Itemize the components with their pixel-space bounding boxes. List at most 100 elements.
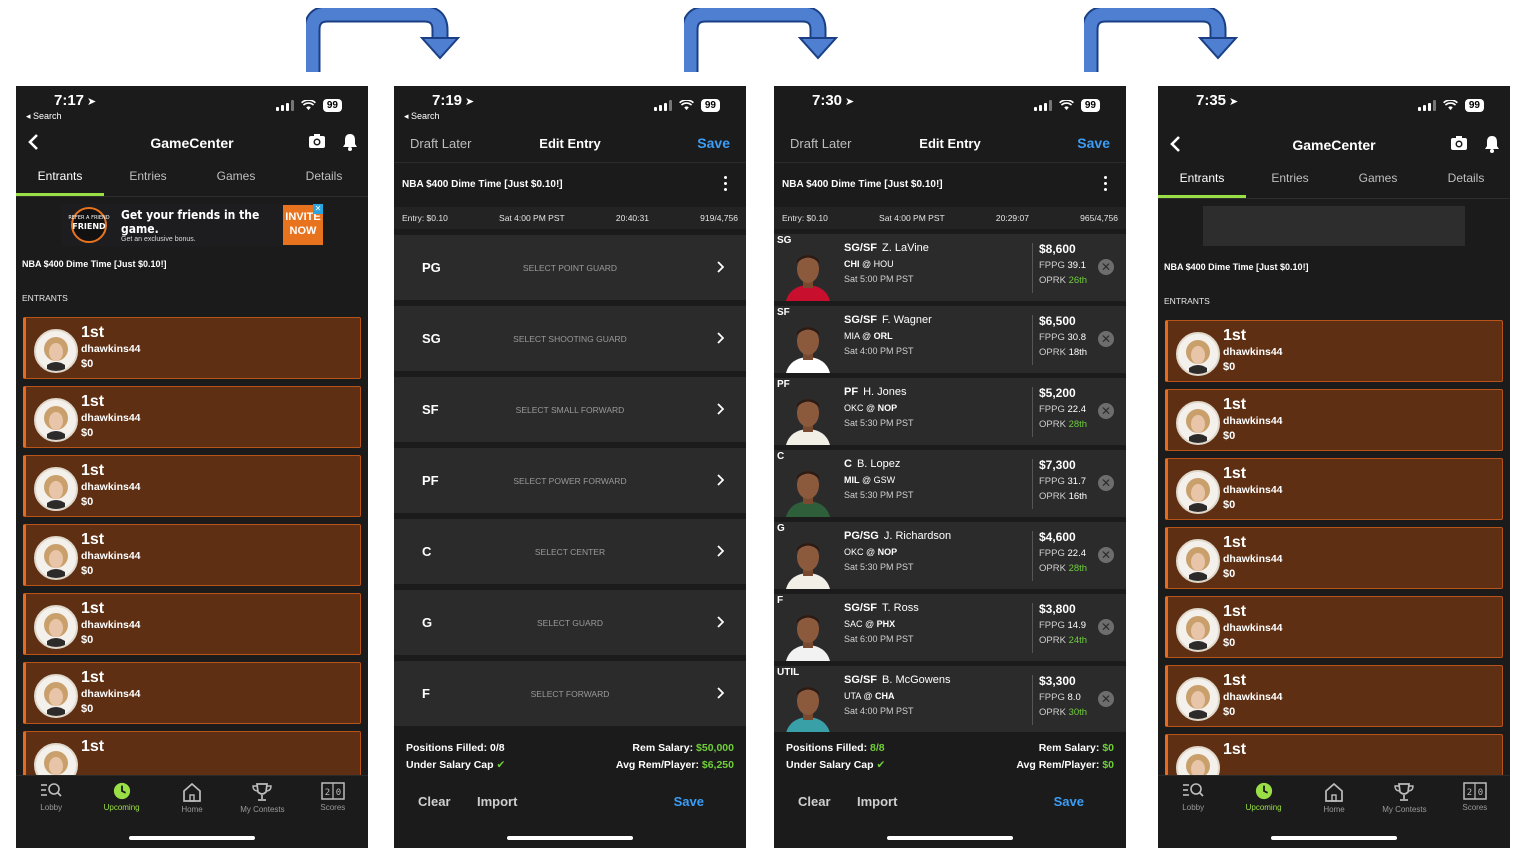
- avatar: [1176, 401, 1220, 445]
- camera-icon[interactable]: [1450, 135, 1468, 151]
- status-bar: 7:17 ➤ ◂ Search 99: [16, 86, 368, 128]
- entrant-card[interactable]: 1st dhawkins44 $0: [23, 593, 361, 655]
- player-oprk: OPRK 28th: [1039, 563, 1088, 574]
- nav-upcoming[interactable]: Upcoming: [1228, 782, 1298, 830]
- position-slot-sf[interactable]: SF SELECT SMALL FORWARD: [394, 377, 746, 442]
- position-slot-pf[interactable]: PF SELECT POWER FORWARD: [394, 448, 746, 513]
- slot-label: SG: [777, 235, 792, 246]
- entrant-rank: 1st: [81, 669, 105, 686]
- more-options-icon[interactable]: [724, 176, 728, 194]
- entrant-card[interactable]: 1st dhawkins44 $0: [1165, 320, 1503, 382]
- back-to-search-link[interactable]: ◂ Search: [404, 111, 440, 122]
- lobby-icon: [16, 782, 86, 800]
- import-button[interactable]: Import: [857, 794, 897, 809]
- nav-label: My Contests: [240, 805, 285, 814]
- chevron-right-icon: [717, 403, 724, 415]
- nav-label: Lobby: [1182, 803, 1205, 812]
- position-slot-c[interactable]: C SELECT CENTER: [394, 519, 746, 584]
- camera-icon[interactable]: [308, 133, 326, 149]
- save-button[interactable]: Save: [697, 135, 730, 151]
- player-headshot: [782, 248, 834, 301]
- position-slot-sg[interactable]: SG SELECT SHOOTING GUARD: [394, 306, 746, 371]
- entry-count: 965/4,756: [1080, 213, 1118, 223]
- nav-upcoming[interactable]: Upcoming: [86, 782, 156, 830]
- entrant-card[interactable]: 1st dhawkins44 $0: [1165, 596, 1503, 658]
- player-slot-util[interactable]: UTIL SG/SF B. McGowens UTA @ CHA Sat 4:00 PM…: [774, 666, 1126, 733]
- remove-player-icon[interactable]: ✕: [1098, 403, 1114, 419]
- more-options-icon[interactable]: [1104, 176, 1108, 194]
- nav-home[interactable]: Home: [157, 782, 227, 830]
- bell-icon[interactable]: [342, 133, 358, 151]
- player-fppg: FPPG 30.8: [1039, 332, 1087, 343]
- entrant-card[interactable]: 1st dhawkins44 $0: [23, 386, 361, 448]
- screen-gamecenter-before: 7:17 ➤ ◂ Search 99 GameCenter Entrants En…: [16, 86, 368, 848]
- player-fppg: FPPG 22.4: [1039, 404, 1087, 415]
- close-icon[interactable]: ✕: [313, 204, 323, 214]
- nav-lobby[interactable]: Lobby: [16, 782, 86, 830]
- save-button[interactable]: Save: [1077, 135, 1110, 151]
- refer-friend-banner[interactable]: REFER A FRIEND FRIEND Get your friends i…: [61, 204, 323, 246]
- nav-scores[interactable]: 2 0 Scores: [298, 782, 368, 830]
- nav-scores[interactable]: 2 0 Scores: [1440, 782, 1510, 830]
- entrant-rank: 1st: [81, 462, 105, 479]
- tab-entries[interactable]: Entries: [1246, 160, 1334, 198]
- save-lineup-button[interactable]: Save: [674, 794, 704, 809]
- position-slot-pg[interactable]: PG SELECT POINT GUARD: [394, 235, 746, 300]
- screen-edit-entry-filled: 7:30 ➤ 99 Draft Later Edit Entry Save NBA…: [774, 86, 1126, 848]
- entrant-winnings: $0: [1223, 499, 1236, 511]
- save-lineup-button[interactable]: Save: [1054, 794, 1084, 809]
- player-headshot: [782, 680, 834, 733]
- nav-my-contests[interactable]: My Contests: [1369, 782, 1439, 830]
- player-slot-sg[interactable]: SG SG/SF Z. LaVine CHI @ HOU Sat 5:00 PM PST…: [774, 234, 1126, 301]
- nav-lobby[interactable]: Lobby: [1158, 782, 1228, 830]
- remove-player-icon[interactable]: ✕: [1098, 619, 1114, 635]
- back-chevron-icon[interactable]: [24, 130, 44, 154]
- nav-home[interactable]: Home: [1299, 782, 1369, 830]
- tab-details[interactable]: Details: [280, 158, 368, 196]
- entrant-card[interactable]: 1st dhawkins44 $0: [23, 662, 361, 724]
- entrant-card[interactable]: 1st dhawkins44 $0: [1165, 527, 1503, 589]
- bell-icon[interactable]: [1484, 135, 1500, 153]
- position-slot-f[interactable]: F SELECT FORWARD: [394, 661, 746, 726]
- entrant-card[interactable]: 1st dhawkins44 $0: [1165, 458, 1503, 520]
- remove-player-icon[interactable]: ✕: [1098, 259, 1114, 275]
- player-headshot: [782, 608, 834, 661]
- entrant-card[interactable]: 1st dhawkins44 $0: [23, 317, 361, 379]
- divider: [1032, 243, 1033, 293]
- player-slot-pf[interactable]: PF PF H. Jones OKC @ NOP Sat 5:30 PM PST $5,2…: [774, 378, 1126, 445]
- player-matchup: UTA @ CHA: [844, 691, 895, 701]
- tab-entrants[interactable]: Entrants: [16, 158, 104, 196]
- entrant-card[interactable]: 1st dhawkins44 $0: [1165, 665, 1503, 727]
- nav-my-contests[interactable]: My Contests: [227, 782, 297, 830]
- tab-entrants[interactable]: Entrants: [1158, 160, 1246, 198]
- remove-player-icon[interactable]: ✕: [1098, 547, 1114, 563]
- clear-button[interactable]: Clear: [418, 794, 451, 809]
- draft-later-button[interactable]: Draft Later: [790, 136, 851, 151]
- draft-later-button[interactable]: Draft Later: [410, 136, 471, 151]
- player-slot-f[interactable]: F SG/SF T. Ross SAC @ PHX Sat 6:00 PM PST $3,…: [774, 594, 1126, 661]
- divider: [1032, 675, 1033, 725]
- player-slot-sf[interactable]: SF SG/SF F. Wagner MIA @ ORL Sat 4:00 PM PST…: [774, 306, 1126, 373]
- tab-games[interactable]: Games: [192, 158, 280, 196]
- entrant-card[interactable]: 1st dhawkins44 $0: [23, 524, 361, 586]
- player-headshot: [782, 320, 834, 373]
- remove-player-icon[interactable]: ✕: [1098, 475, 1114, 491]
- avatar: [1176, 539, 1220, 583]
- section-label: ENTRANTS: [1164, 296, 1210, 306]
- clear-button[interactable]: Clear: [798, 794, 831, 809]
- remove-player-icon[interactable]: ✕: [1098, 331, 1114, 347]
- entrant-card[interactable]: 1st dhawkins44 $0: [23, 455, 361, 517]
- back-chevron-icon[interactable]: [1166, 132, 1186, 156]
- import-button[interactable]: Import: [477, 794, 517, 809]
- back-to-search-link[interactable]: ◂ Search: [26, 111, 62, 122]
- tab-details[interactable]: Details: [1422, 160, 1510, 198]
- player-matchup: CHI @ HOU: [844, 259, 894, 269]
- nav-label: Scores: [320, 803, 346, 812]
- tab-entries[interactable]: Entries: [104, 158, 192, 196]
- remove-player-icon[interactable]: ✕: [1098, 691, 1114, 707]
- entrant-card[interactable]: 1st dhawkins44 $0: [1165, 389, 1503, 451]
- player-slot-c[interactable]: C C B. Lopez MIL @ GSW Sat 5:30 PM PST $7,300…: [774, 450, 1126, 517]
- position-slot-g[interactable]: G SELECT GUARD: [394, 590, 746, 655]
- player-slot-g[interactable]: G PG/SG J. Richardson OKC @ NOP Sat 5:30 PM …: [774, 522, 1126, 589]
- tab-games[interactable]: Games: [1334, 160, 1422, 198]
